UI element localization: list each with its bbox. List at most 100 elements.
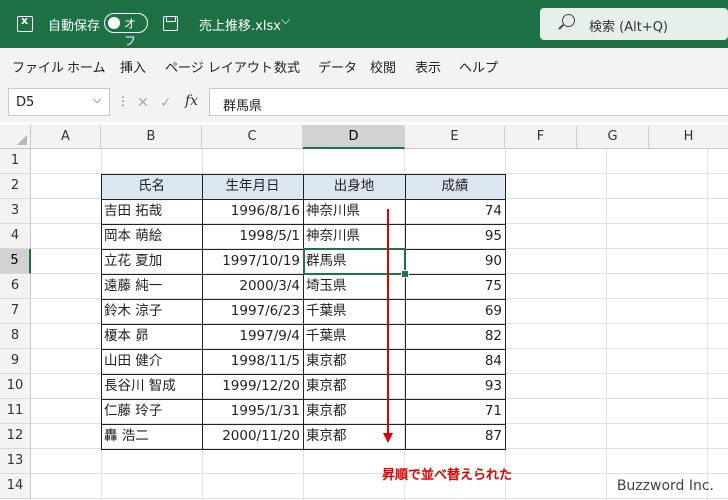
table-cell[interactable]: 1996/8/16	[202, 199, 303, 224]
fill-handle[interactable]	[401, 270, 409, 278]
table-cell[interactable]: 2000/3/4	[202, 274, 303, 299]
table-cell[interactable]: 75	[405, 274, 505, 299]
table-border	[405, 174, 406, 450]
table-border	[101, 174, 102, 450]
menu-review[interactable]: 校閲	[370, 57, 396, 76]
table-cell[interactable]: 71	[405, 399, 505, 424]
worksheet[interactable]: A B C D E F G H 1 2 3 4 5 6 7 8 9 10 11 …	[0, 125, 728, 500]
table-cell[interactable]: 69	[405, 299, 505, 324]
table-cell[interactable]: 神奈川県	[303, 224, 405, 249]
table-cell[interactable]: 岡本 萌絵	[101, 224, 202, 249]
table-cell[interactable]: 榎本 昴	[101, 324, 202, 349]
formula-input[interactable]: 群馬県	[209, 88, 728, 116]
table-cell[interactable]: 93	[405, 374, 505, 399]
row-header[interactable]: 1	[0, 149, 31, 174]
table-cell[interactable]: 82	[405, 324, 505, 349]
menu-help[interactable]: ヘルプ	[459, 57, 498, 76]
menu-insert[interactable]: 挿入	[120, 57, 146, 76]
table-header-cell[interactable]: 出身地	[303, 174, 405, 199]
table-cell[interactable]: 1997/10/19	[202, 249, 303, 274]
table-cell[interactable]: 千葉県	[303, 299, 405, 324]
column-header[interactable]: F	[505, 125, 577, 149]
chevron-down-icon[interactable]: ⌵	[281, 13, 290, 28]
row-header[interactable]: 10	[0, 374, 31, 399]
toggle-knob	[108, 17, 120, 29]
search-icon	[562, 14, 575, 27]
cell-selection	[303, 248, 406, 275]
menu-file[interactable]: ファイル	[12, 57, 64, 76]
table-cell[interactable]: 90	[405, 249, 505, 274]
save-icon[interactable]	[163, 16, 178, 31]
table-cell[interactable]: 東京都	[303, 399, 405, 424]
row-header[interactable]: 7	[0, 299, 31, 324]
autosave-state: オフ	[124, 17, 137, 48]
function-icon[interactable]: fx	[185, 93, 198, 109]
table-cell[interactable]: 千葉県	[303, 324, 405, 349]
table-cell[interactable]: 鈴木 涼子	[101, 299, 202, 324]
menu-home[interactable]: ホーム	[67, 57, 106, 76]
row-header[interactable]: 14	[0, 474, 31, 499]
menu-page-layout[interactable]: ページ レイアウト	[165, 57, 273, 76]
row-header[interactable]: 13	[0, 449, 31, 474]
table-cell[interactable]: 1995/1/31	[202, 399, 303, 424]
autosave-label: 自動保存	[48, 19, 101, 34]
table-cell[interactable]: 東京都	[303, 349, 405, 374]
row-header[interactable]: 4	[0, 224, 31, 249]
table-cell[interactable]: 轟 浩二	[101, 424, 202, 449]
column-header[interactable]: B	[101, 125, 202, 149]
row-header[interactable]: 9	[0, 349, 31, 374]
file-name[interactable]: 売上推移.xlsx	[199, 15, 281, 34]
menu-formulas[interactable]: 数式	[274, 57, 300, 76]
table-cell[interactable]: 1998/11/5	[202, 349, 303, 374]
sort-arrow-head	[383, 433, 393, 443]
table-header-cell[interactable]: 氏名	[101, 174, 202, 199]
confirm-icon[interactable]: ✓	[160, 95, 172, 111]
name-box[interactable]: D5 ⌵	[8, 88, 110, 116]
search-label: 検索 (Alt+Q)	[589, 20, 669, 35]
table-header-cell[interactable]: 生年月日	[202, 174, 303, 199]
table-header-cell[interactable]: 成績	[405, 174, 505, 199]
row-header[interactable]: 12	[0, 424, 31, 449]
table-cell[interactable]: 74	[405, 199, 505, 224]
table-cell[interactable]: 長谷川 智成	[101, 374, 202, 399]
select-all-button[interactable]	[0, 125, 31, 149]
column-header[interactable]: A	[31, 125, 101, 149]
row-header[interactable]: 11	[0, 399, 31, 424]
table-cell[interactable]: 1997/6/23	[202, 299, 303, 324]
column-header[interactable]: E	[405, 125, 505, 149]
table-border	[202, 174, 203, 450]
row-header-selected[interactable]: 5	[0, 249, 31, 274]
row-header[interactable]: 2	[0, 174, 31, 199]
autosave-toggle[interactable]: オフ	[104, 13, 148, 48]
search-box[interactable]: 検索 (Alt+Q)	[540, 8, 728, 40]
formula-value: 群馬県	[223, 99, 263, 114]
menu-data[interactable]: データ	[318, 57, 357, 76]
column-header[interactable]: H	[649, 125, 728, 149]
formula-bar: D5 ⌵ ⋮ ✕ ✓ fx 群馬県	[0, 82, 728, 122]
menu-view[interactable]: 表示	[415, 57, 441, 76]
table-cell[interactable]: 吉田 拓哉	[101, 199, 202, 224]
table-cell[interactable]: 87	[405, 424, 505, 449]
table-cell[interactable]: 立花 夏加	[101, 249, 202, 274]
table-cell[interactable]: 84	[405, 349, 505, 374]
row-header[interactable]: 8	[0, 324, 31, 349]
chevron-down-icon[interactable]: ⌵	[93, 93, 101, 107]
table-cell[interactable]: 東京都	[303, 374, 405, 399]
name-box-value: D5	[16, 95, 35, 110]
column-header[interactable]: C	[202, 125, 303, 149]
table-cell[interactable]: 仁藤 玲子	[101, 399, 202, 424]
table-cell[interactable]: 埼玉県	[303, 274, 405, 299]
table-cell[interactable]: 遠藤 純一	[101, 274, 202, 299]
table-cell[interactable]: 1998/5/1	[202, 224, 303, 249]
table-cell[interactable]: 95	[405, 224, 505, 249]
table-cell[interactable]: 1999/12/20	[202, 374, 303, 399]
column-header[interactable]: G	[577, 125, 649, 149]
table-cell[interactable]: 神奈川県	[303, 199, 405, 224]
column-header-selected[interactable]: D	[303, 125, 405, 149]
table-cell[interactable]: 2000/11/20	[202, 424, 303, 449]
row-header[interactable]: 6	[0, 274, 31, 299]
cancel-icon[interactable]: ✕	[137, 95, 149, 111]
table-cell[interactable]: 1997/9/4	[202, 324, 303, 349]
row-header[interactable]: 3	[0, 199, 31, 224]
table-cell[interactable]: 山田 健介	[101, 349, 202, 374]
